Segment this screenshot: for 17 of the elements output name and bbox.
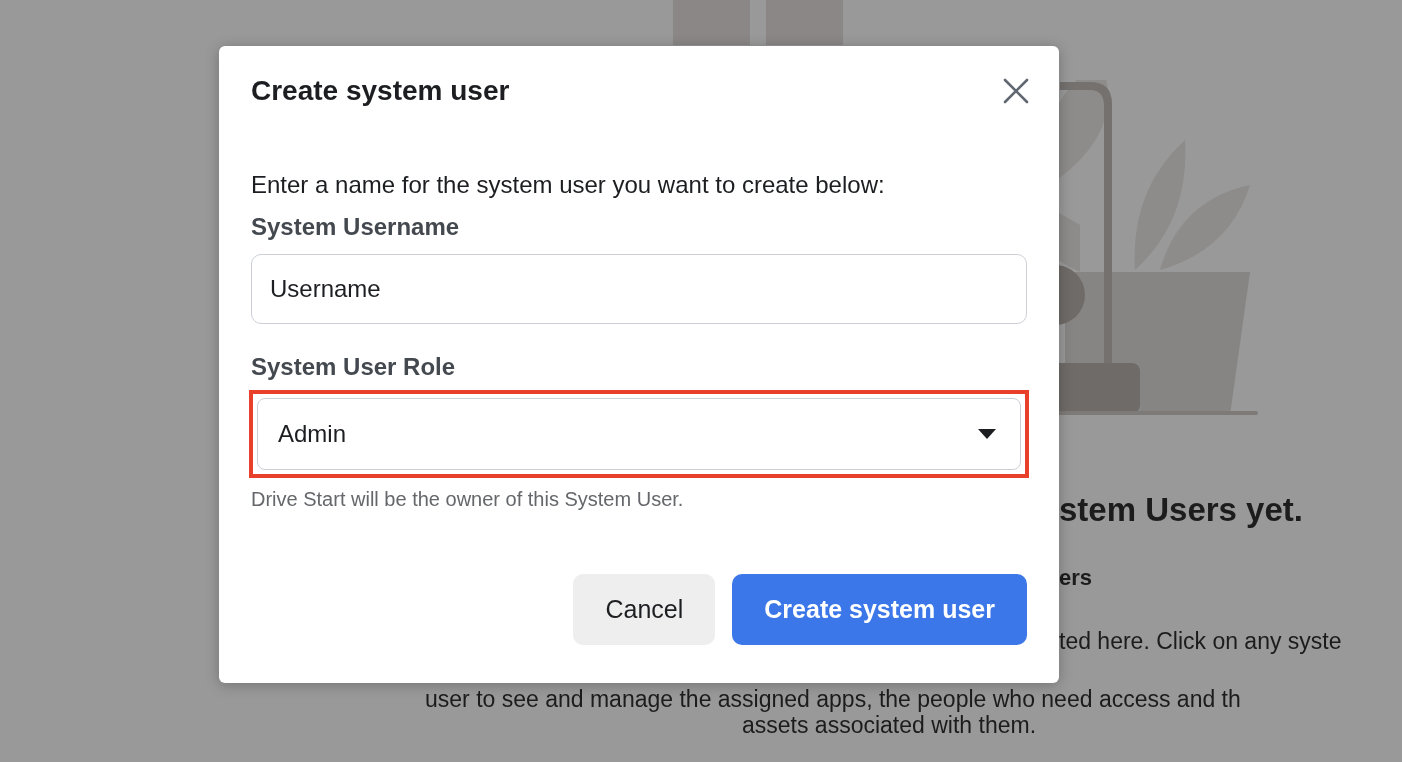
dialog-title: Create system user bbox=[251, 74, 510, 108]
create-button[interactable]: Create system user bbox=[732, 574, 1027, 645]
close-icon bbox=[1003, 78, 1029, 104]
caret-icon bbox=[978, 429, 996, 439]
intro-text: Enter a name for the system user you want to create below: bbox=[251, 170, 886, 200]
description-text: ted here. Click on any syste bbox=[1059, 627, 1343, 656]
username-field[interactable]: Username bbox=[251, 254, 1027, 324]
empty-state-subheading: ers bbox=[1059, 564, 1094, 592]
cancel-button[interactable]: Cancel bbox=[573, 574, 716, 645]
helper-text: Drive Start will be the owner of this System User. bbox=[251, 487, 685, 512]
field-label: System Username bbox=[251, 212, 461, 242]
field-label: System User Role bbox=[251, 352, 457, 382]
role-select[interactable]: Admin bbox=[257, 398, 1021, 470]
description-text: user to see and manage the assigned apps, the people who need access and th bbox=[425, 685, 1242, 714]
description-text: assets associated with them. bbox=[742, 712, 1038, 740]
empty-state-heading: stem Users yet. bbox=[1059, 490, 1304, 530]
select-value: Admin bbox=[278, 420, 347, 448]
